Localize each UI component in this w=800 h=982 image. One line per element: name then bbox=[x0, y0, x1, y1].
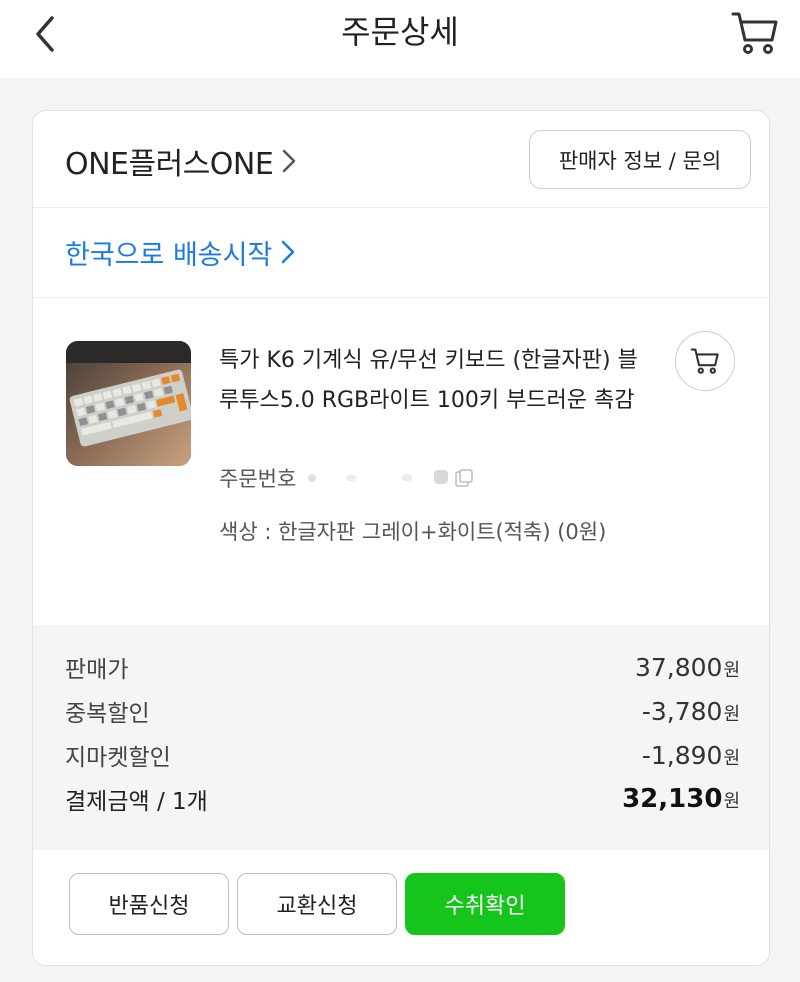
order-number-label: 주문번호 bbox=[219, 467, 297, 491]
seller-section: ONE플러스ONE 판매자 정보 / 문의 bbox=[33, 111, 769, 208]
order-number-redacted bbox=[306, 468, 486, 488]
price-row-gmarket-discount: 지마켓할인 -1,890원 bbox=[65, 735, 740, 775]
action-buttons: 반품신청 교환신청 수취확인 bbox=[33, 851, 769, 965]
exchange-request-button[interactable]: 교환신청 bbox=[237, 873, 397, 935]
product-section: 특가 K6 기계식 유/무선 키보드 (한글자판) 블루투스5.0 RGB라이트… bbox=[33, 299, 769, 625]
seller-info-button[interactable]: 판매자 정보 / 문의 bbox=[529, 130, 751, 189]
keyboard-product-image bbox=[66, 341, 191, 466]
price-summary: 판매가 37,800원 중복할인 -3,780원 지마켓할인 -1,890원 결… bbox=[33, 625, 769, 850]
price-label: 지마켓할인 bbox=[65, 745, 171, 771]
price-value: -3,780원 bbox=[641, 696, 740, 726]
return-request-button[interactable]: 반품신청 bbox=[69, 873, 229, 935]
cart-icon bbox=[731, 12, 778, 54]
shipping-status-link[interactable]: 한국으로 배송시작 bbox=[65, 232, 296, 272]
total-value: 32,130원 bbox=[622, 784, 740, 814]
product-title[interactable]: 특가 K6 기계식 유/무선 키보드 (한글자판) 블루투스5.0 RGB라이트… bbox=[219, 341, 649, 421]
page-title: 주문상세 bbox=[341, 13, 459, 51]
price-label: 판매가 bbox=[65, 657, 129, 683]
confirm-receipt-button[interactable]: 수취확인 bbox=[405, 873, 565, 935]
price-value: 37,800원 bbox=[634, 652, 740, 682]
shipping-status-text: 한국으로 배송시작 bbox=[65, 239, 273, 271]
add-to-cart-button[interactable] bbox=[675, 331, 735, 391]
chevron-right-icon bbox=[283, 149, 296, 173]
total-label: 결제금액 / 1개 bbox=[65, 789, 208, 815]
price-row-duplicate-discount: 중복할인 -3,780원 bbox=[65, 691, 740, 731]
cart-icon bbox=[690, 348, 719, 374]
order-card: ONE플러스ONE 판매자 정보 / 문의 한국으로 배송시작 특가 K6 기계… bbox=[32, 110, 770, 966]
product-thumbnail[interactable] bbox=[66, 341, 191, 466]
price-row-sale: 판매가 37,800원 bbox=[65, 647, 740, 687]
top-bar: 주문상세 bbox=[0, 0, 800, 78]
seller-store-link[interactable]: ONE플러스ONE bbox=[65, 139, 297, 183]
price-label: 중복할인 bbox=[65, 701, 150, 727]
order-number: 주문번호 bbox=[219, 461, 486, 495]
price-value: -1,890원 bbox=[641, 740, 740, 770]
seller-name: ONE플러스ONE bbox=[65, 147, 274, 182]
shipping-section: 한국으로 배송시작 bbox=[33, 208, 769, 298]
chevron-right-icon bbox=[282, 240, 295, 264]
cart-button[interactable] bbox=[730, 8, 780, 58]
product-option: 색상 : 한글자판 그레이+화이트(적축) (0원) bbox=[219, 520, 607, 544]
price-row-total: 결제금액 / 1개 32,130원 bbox=[65, 779, 740, 819]
